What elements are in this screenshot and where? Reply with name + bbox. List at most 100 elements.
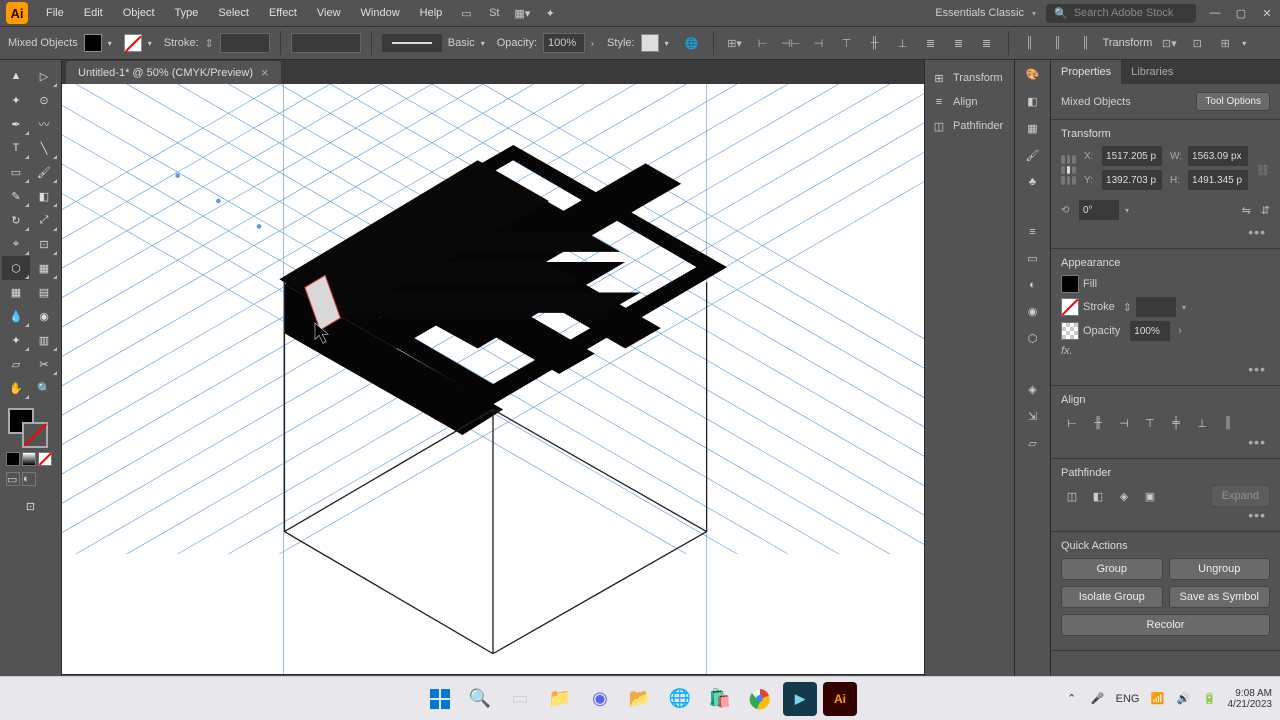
- tool-options-button[interactable]: Tool Options: [1196, 92, 1270, 111]
- fill-stroke-control[interactable]: [8, 408, 48, 448]
- y-input[interactable]: [1102, 170, 1162, 190]
- chevron-down-icon[interactable]: ▾: [1242, 39, 1252, 48]
- chevron-down-icon[interactable]: [1180, 301, 1186, 313]
- battery-icon[interactable]: 🔋: [1202, 691, 1218, 707]
- flip-v-icon[interactable]: ⇵: [1261, 204, 1270, 217]
- dist-left-icon[interactable]: ║: [1019, 32, 1041, 54]
- align-top-icon[interactable]: ⊤: [836, 32, 858, 54]
- workspace-switcher[interactable]: Essentials Classic: [925, 3, 1046, 23]
- menu-select[interactable]: Select: [208, 3, 259, 23]
- volume-icon[interactable]: 🔊: [1176, 691, 1192, 707]
- align-hcenter-icon[interactable]: ⊣⊢: [780, 32, 802, 54]
- menu-file[interactable]: File: [36, 3, 74, 23]
- more-options-icon[interactable]: •••: [1061, 507, 1270, 523]
- brushes-icon[interactable]: 🖌: [1026, 149, 1040, 162]
- menu-view[interactable]: View: [307, 3, 351, 23]
- align-bottom-icon[interactable]: ⊥: [892, 32, 914, 54]
- shape-builder-tool[interactable]: ⬡: [2, 256, 30, 280]
- angle-input[interactable]: [1079, 200, 1119, 220]
- dist-vcenter-icon[interactable]: ≣: [948, 32, 970, 54]
- transform-panel-button[interactable]: ⊞Transform: [929, 66, 1010, 90]
- wifi-icon[interactable]: 📶: [1150, 691, 1166, 707]
- scale-tool[interactable]: ⤢: [30, 208, 58, 232]
- change-screen-icon[interactable]: ◐: [22, 472, 36, 486]
- ungroup-button[interactable]: Ungroup: [1169, 558, 1271, 580]
- chevron-up-icon[interactable]: ⌃: [1064, 691, 1080, 707]
- chevron-right-icon[interactable]: ›: [591, 39, 601, 48]
- transform-icon[interactable]: ⊡▾: [1158, 32, 1180, 54]
- select-similar-icon[interactable]: ⊞: [1214, 32, 1236, 54]
- menu-window[interactable]: Window: [351, 3, 410, 23]
- search-stock-input[interactable]: 🔍 Search Adobe Stock: [1046, 4, 1196, 23]
- rotate-tool[interactable]: ↻: [2, 208, 30, 232]
- save-symbol-button[interactable]: Save as Symbol: [1169, 586, 1271, 608]
- intersect-icon[interactable]: ◈: [1113, 485, 1135, 507]
- chevron-down-icon[interactable]: ▾: [108, 39, 118, 48]
- mic-icon[interactable]: 🎤: [1090, 691, 1106, 707]
- brush-input[interactable]: [291, 33, 361, 53]
- isolate-icon[interactable]: ⊡: [1186, 32, 1208, 54]
- opacity-swatch[interactable]: [1061, 322, 1079, 340]
- edge-browser-icon[interactable]: 🌐: [663, 682, 697, 716]
- align-art-icon[interactable]: ⊞▾: [724, 32, 746, 54]
- stroke-weight-input[interactable]: [220, 33, 270, 53]
- align-panel-button[interactable]: ≡Align: [929, 90, 1010, 114]
- illustrator-icon[interactable]: Ai: [823, 682, 857, 716]
- magic-wand-tool[interactable]: ✦: [2, 88, 30, 112]
- more-options-icon[interactable]: •••: [1061, 434, 1270, 450]
- group-button[interactable]: Group: [1061, 558, 1163, 580]
- store-icon[interactable]: 🛍️: [703, 682, 737, 716]
- task-view-button[interactable]: ▭: [503, 682, 537, 716]
- paintbrush-tool[interactable]: 🖌: [30, 160, 58, 184]
- stroke-stepper[interactable]: ⇕: [205, 37, 214, 50]
- close-button[interactable]: ✕: [1260, 6, 1274, 20]
- more-options-icon[interactable]: •••: [1061, 224, 1270, 240]
- column-graph-tool[interactable]: ▥: [30, 328, 58, 352]
- start-button[interactable]: [423, 682, 457, 716]
- graphic-styles-icon[interactable]: ⬡: [1028, 332, 1038, 345]
- gradient-panel-icon[interactable]: ▭: [1027, 252, 1037, 265]
- gradient-mode-icon[interactable]: [22, 452, 36, 466]
- clock[interactable]: 9:08 AM 4/21/2023: [1228, 688, 1273, 710]
- maximize-button[interactable]: ▢: [1234, 6, 1248, 20]
- document-tab[interactable]: Untitled-1* @ 50% (CMYK/Preview) ×: [66, 61, 281, 84]
- fx-icon[interactable]: fx.: [1061, 345, 1073, 357]
- transform-label[interactable]: Transform: [1103, 37, 1153, 49]
- tab-libraries[interactable]: Libraries: [1121, 60, 1183, 84]
- align-vcenter-icon[interactable]: ╫: [864, 32, 886, 54]
- dist-right-icon[interactable]: ║: [1075, 32, 1097, 54]
- language-indicator[interactable]: ENG: [1116, 693, 1140, 705]
- w-input[interactable]: [1188, 146, 1248, 166]
- sync-icon[interactable]: ✦: [540, 3, 560, 23]
- tab-properties[interactable]: Properties: [1051, 60, 1121, 84]
- chevron-down-icon[interactable]: ▾: [665, 39, 675, 48]
- opacity-input[interactable]: [543, 33, 585, 53]
- pen-tool[interactable]: ✒: [2, 112, 30, 136]
- symbols-icon[interactable]: ♣: [1029, 176, 1036, 188]
- screen-mode-icon[interactable]: ▭: [6, 472, 20, 486]
- app-icon-1[interactable]: ◉: [583, 682, 617, 716]
- width-tool[interactable]: ⌖: [2, 232, 30, 256]
- gradient-tool[interactable]: ▤: [30, 280, 58, 304]
- zoom-tool[interactable]: 🔍: [30, 376, 58, 400]
- dist-hcenter-icon[interactable]: ║: [1047, 32, 1069, 54]
- stroke-swatch[interactable]: [124, 34, 142, 52]
- stroke-weight-input[interactable]: [1136, 297, 1176, 317]
- isolate-group-button[interactable]: Isolate Group: [1061, 586, 1163, 608]
- none-mode-icon[interactable]: [38, 452, 52, 466]
- asset-export-icon[interactable]: ⇲: [1028, 410, 1037, 423]
- menu-object[interactable]: Object: [113, 3, 165, 23]
- shaper-tool[interactable]: ✎: [2, 184, 30, 208]
- layers-icon[interactable]: ◈: [1028, 383, 1036, 396]
- stroke-swatch[interactable]: [1061, 298, 1079, 316]
- align-hcenter-icon[interactable]: ╫: [1087, 412, 1109, 434]
- style-swatch[interactable]: [641, 34, 659, 52]
- align-right-icon[interactable]: ⊣: [1113, 412, 1135, 434]
- more-options-icon[interactable]: •••: [1061, 361, 1270, 377]
- transparency-icon[interactable]: ◐: [1029, 279, 1036, 291]
- pathfinder-panel-button[interactable]: ◫Pathfinder: [929, 114, 1010, 138]
- curvature-tool[interactable]: 〰: [30, 112, 58, 136]
- stroke-panel-icon[interactable]: ≡: [1029, 226, 1035, 238]
- symbol-sprayer-tool[interactable]: ✦: [2, 328, 30, 352]
- color-guide-icon[interactable]: ◧: [1027, 95, 1037, 108]
